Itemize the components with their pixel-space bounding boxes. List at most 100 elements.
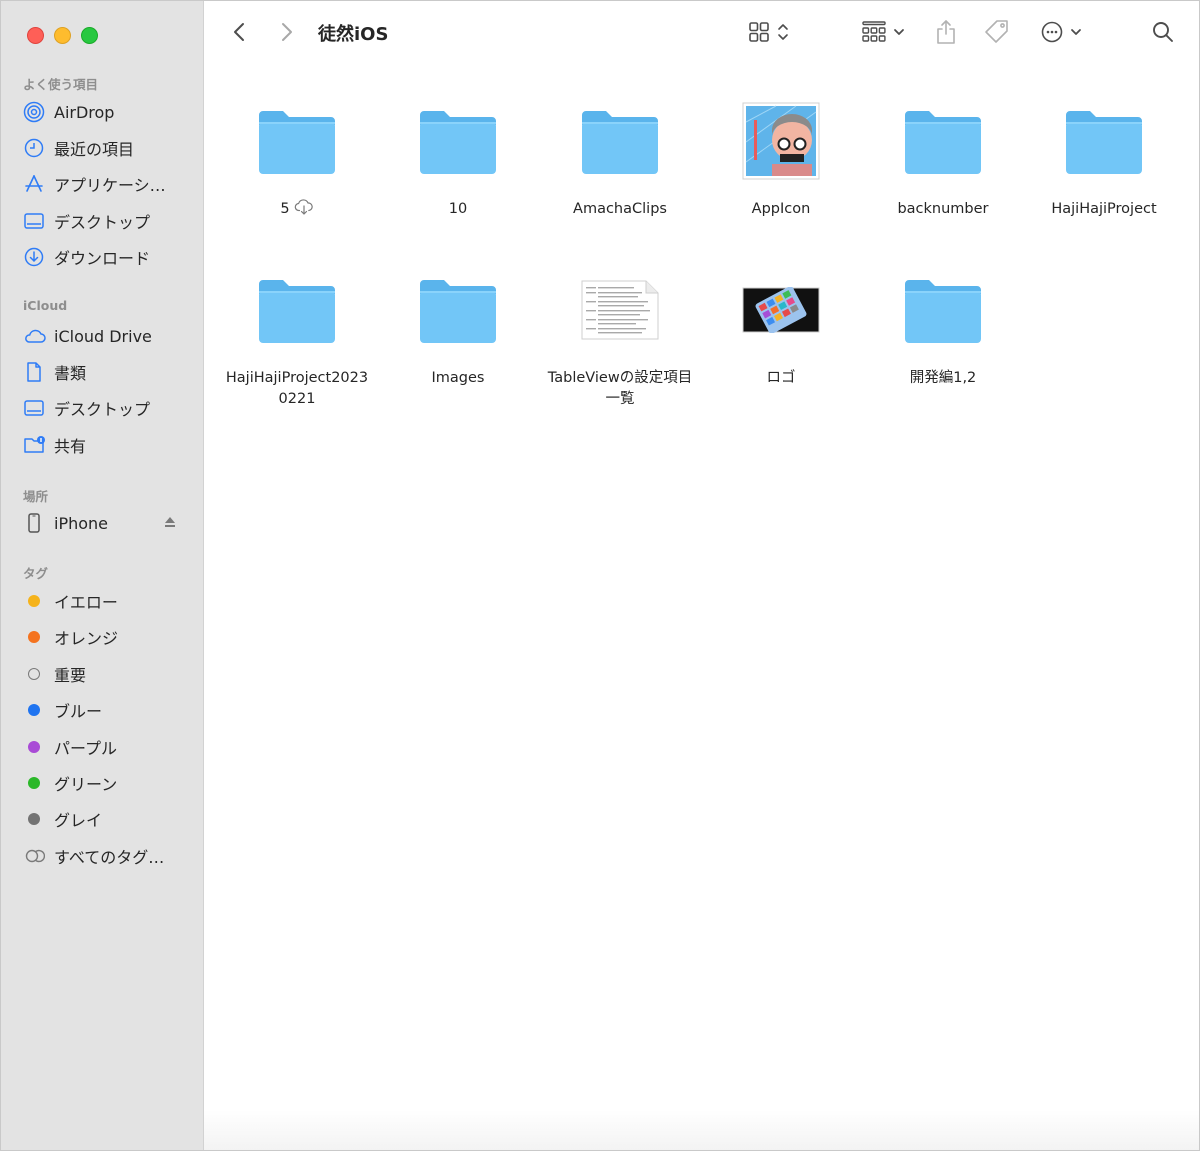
grid-item-folder-5[interactable]: 5 xyxy=(222,97,372,222)
sidebar-all-tags[interactable]: すべてのタグ… xyxy=(23,843,193,869)
sidebar-item-icloud-desktop[interactable]: デスクトップ xyxy=(23,395,193,421)
tag-icon xyxy=(983,18,1011,50)
document-icon xyxy=(23,361,47,383)
sidebar-item-label: グリーン xyxy=(54,775,118,794)
folder-icon xyxy=(413,266,503,354)
sidebar-tag-purple[interactable]: パープル xyxy=(23,734,193,760)
tag-dot-icon xyxy=(23,699,47,721)
sidebar-item-recents[interactable]: 最近の項目 xyxy=(23,135,193,161)
sidebar-item-label: デスクトップ xyxy=(54,400,151,419)
content-bottom-edge xyxy=(204,1110,1199,1150)
close-window-button[interactable] xyxy=(27,27,44,44)
grid-item-folder-backnumber[interactable]: backnumber xyxy=(868,97,1018,220)
grid-item-image-appicon[interactable]: AppIcon xyxy=(706,97,856,220)
sidebar-section-locations: 場所 xyxy=(23,489,49,504)
grid-item-folder-images[interactable]: Images xyxy=(383,266,533,389)
desktop-icon xyxy=(23,397,47,419)
desktop-icon xyxy=(23,210,47,232)
action-menu-button[interactable] xyxy=(1040,19,1083,49)
folder-icon xyxy=(252,97,342,185)
item-name: ロゴ xyxy=(766,370,796,386)
tag-ring-icon xyxy=(23,663,47,685)
sidebar-item-label: イエロー xyxy=(54,593,118,612)
sidebar-tag-yellow[interactable]: イエロー xyxy=(23,588,193,614)
sidebar-item-desktop[interactable]: デスクトップ xyxy=(23,208,193,234)
sidebar-section-favorites: よく使う項目 xyxy=(23,77,99,92)
tag-dot-icon xyxy=(23,590,47,612)
sidebar-tag-green[interactable]: グリーン xyxy=(23,770,193,796)
share-button[interactable] xyxy=(935,19,957,49)
sidebar-tag-orange[interactable]: オレンジ xyxy=(23,624,193,650)
sidebar-item-label: iCloud Drive xyxy=(54,326,152,346)
group-grid-icon xyxy=(861,20,887,48)
grid-item-folder-amachaclips[interactable]: AmachaClips xyxy=(545,97,695,220)
sidebar-item-label: 最近の項目 xyxy=(54,140,135,159)
search-icon xyxy=(1151,20,1175,48)
view-mode-button[interactable] xyxy=(747,19,790,49)
sidebar-tag-important[interactable]: 重要 xyxy=(23,661,193,687)
ellipsis-circle-icon xyxy=(1040,20,1064,48)
icon-view-grid-icon xyxy=(747,20,771,48)
item-name: HajiHajiProject xyxy=(1051,201,1157,217)
sidebar-item-iphone[interactable]: iPhone xyxy=(23,510,177,536)
sidebar-section-icloud: iCloud xyxy=(23,298,68,313)
zoom-window-button[interactable] xyxy=(81,27,98,44)
sidebar-item-icloud-drive[interactable]: iCloud Drive xyxy=(23,323,193,349)
search-button[interactable] xyxy=(1151,19,1175,49)
download-icon xyxy=(23,246,47,268)
sidebar: よく使う項目 AirDrop 最近の項目 アプリケーシ… デスクトップ ダウンロ… xyxy=(1,1,204,1150)
sidebar-item-airdrop[interactable]: AirDrop xyxy=(23,99,193,125)
item-name: AppIcon xyxy=(751,201,811,217)
eject-icon[interactable] xyxy=(163,514,177,533)
sidebar-item-label: 共有 xyxy=(54,437,87,456)
minimize-window-button[interactable] xyxy=(54,27,71,44)
clock-icon xyxy=(23,137,47,159)
grid-item-folder-10[interactable]: 10 xyxy=(383,97,533,220)
app-icon-thumbnail-icon xyxy=(736,97,826,185)
sidebar-item-label: グレイ xyxy=(54,811,103,830)
toolbar: 徒然iOS xyxy=(204,1,1199,67)
item-name: HajiHajiProject20230221 xyxy=(225,370,369,407)
sidebar-section-tags: タグ xyxy=(23,566,49,581)
chevron-down-icon xyxy=(892,20,906,48)
tag-dot-icon xyxy=(23,736,47,758)
sidebar-item-label: デスクトップ xyxy=(54,213,151,232)
grid-item-folder-hajihajiproject20230221[interactable]: HajiHajiProject20230221 xyxy=(222,266,372,410)
item-name: AmachaClips xyxy=(573,201,667,217)
tag-dot-icon xyxy=(23,772,47,794)
folder-icon xyxy=(252,266,342,354)
sidebar-item-label: AirDrop xyxy=(54,102,115,122)
folder-icon xyxy=(898,97,988,185)
sidebar-item-documents[interactable]: 書類 xyxy=(23,359,193,385)
grid-item-document-tableview[interactable]: TableViewの設定項目一覧 xyxy=(545,266,695,410)
back-button[interactable] xyxy=(230,19,250,49)
window-title: 徒然iOS xyxy=(318,24,389,45)
tag-dot-icon xyxy=(23,626,47,648)
iphone-icon xyxy=(23,512,47,534)
sidebar-item-shared[interactable]: 共有 xyxy=(23,432,193,458)
share-icon xyxy=(935,19,957,49)
sidebar-item-applications[interactable]: アプリケーシ… xyxy=(23,171,193,197)
sidebar-tag-blue[interactable]: ブルー xyxy=(23,697,193,723)
cloud-download-icon[interactable] xyxy=(294,199,314,222)
tag-button[interactable] xyxy=(983,19,1011,49)
folder-icon xyxy=(413,97,503,185)
chevron-left-icon xyxy=(230,20,250,48)
window-controls xyxy=(27,27,98,44)
item-name: 開発編1,2 xyxy=(909,370,977,386)
sidebar-item-label: iPhone xyxy=(54,513,109,533)
icloud-icon xyxy=(23,325,47,347)
grid-item-folder-kaihatsu[interactable]: 開発編1,2 xyxy=(868,266,1018,389)
item-name: backnumber xyxy=(897,201,989,217)
sidebar-item-downloads[interactable]: ダウンロード xyxy=(23,244,193,270)
grid-item-image-logo[interactable]: ロゴ xyxy=(706,266,856,389)
folder-icon xyxy=(575,97,665,185)
forward-button[interactable] xyxy=(276,19,296,49)
folder-icon xyxy=(1059,97,1149,185)
group-button[interactable] xyxy=(861,19,906,49)
sidebar-tag-gray[interactable]: グレイ xyxy=(23,806,193,832)
tag-dot-icon xyxy=(23,808,47,830)
grid-item-folder-hajihajiproject[interactable]: HajiHajiProject xyxy=(1029,97,1179,220)
sidebar-item-label: オレンジ xyxy=(54,629,119,648)
item-name: 5 xyxy=(280,201,290,217)
